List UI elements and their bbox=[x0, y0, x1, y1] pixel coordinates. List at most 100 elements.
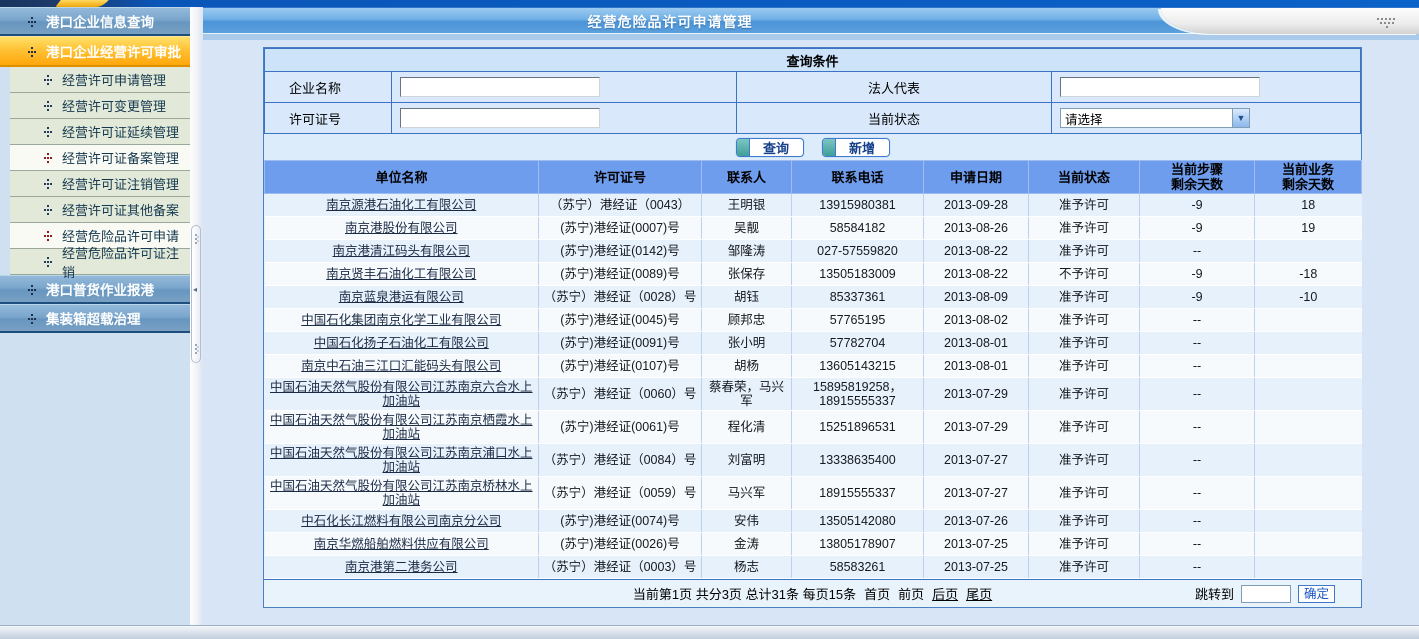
titlebar-corner bbox=[1161, 8, 1419, 34]
cell-contact: 程化清 bbox=[702, 411, 792, 444]
company-link[interactable]: 中国石油天然气股份有限公司江苏南京六合水上加油站 bbox=[270, 380, 533, 408]
company-link[interactable]: 中国石油天然气股份有限公司江苏南京栖霞水上加油站 bbox=[270, 413, 533, 441]
cell-biz bbox=[1255, 411, 1362, 444]
search-button[interactable]: 查询 bbox=[736, 138, 804, 157]
company-link[interactable]: 中石化长江燃料有限公司南京分公司 bbox=[301, 514, 501, 528]
column-header: 当前步骤 剩余天数 bbox=[1140, 161, 1255, 194]
cell-date: 2013-08-01 bbox=[924, 355, 1029, 378]
sidebar-item[interactable]: 经营许可证其他备案 bbox=[10, 197, 190, 223]
cell-phone: 58584182 bbox=[792, 217, 924, 240]
company-link[interactable]: 南京港第二港务公司 bbox=[345, 560, 458, 574]
cell-step: -- bbox=[1140, 510, 1255, 533]
cell-status: 准予许可 bbox=[1029, 378, 1140, 411]
cell-biz bbox=[1255, 444, 1362, 477]
sidebar-item[interactable]: 集装箱超载治理 bbox=[0, 304, 190, 333]
company-link[interactable]: 中国石油天然气股份有限公司江苏南京浦口水上加油站 bbox=[270, 446, 533, 474]
sidebar-item-label: 经营许可申请管理 bbox=[62, 70, 166, 89]
sidebar-item-label: 经营许可变更管理 bbox=[62, 96, 166, 115]
cell-date: 2013-08-02 bbox=[924, 309, 1029, 332]
splitter-handle[interactable]: ◂ bbox=[191, 225, 201, 363]
license-no-label: 许可证号 bbox=[265, 103, 392, 134]
jump-page-input[interactable] bbox=[1241, 585, 1291, 603]
titlebar-underline bbox=[203, 33, 1419, 40]
license-no-input[interactable] bbox=[400, 108, 600, 128]
cell-name: 中国石化集团南京化学工业有限公司 bbox=[265, 309, 539, 332]
cell-contact: 顾邦忠 bbox=[702, 309, 792, 332]
cell-phone: 58583261 bbox=[792, 556, 924, 579]
cell-date: 2013-08-01 bbox=[924, 332, 1029, 355]
company-link[interactable]: 南京蓝泉港运有限公司 bbox=[339, 290, 464, 304]
company-link[interactable]: 中国石化扬子石油化工有限公司 bbox=[314, 336, 489, 350]
cell-step: -- bbox=[1140, 240, 1255, 263]
cell-status: 准予许可 bbox=[1029, 332, 1140, 355]
first-page-link[interactable]: 首页 bbox=[864, 584, 890, 603]
company-link[interactable]: 中国石油天然气股份有限公司江苏南京桥林水上加油站 bbox=[270, 479, 533, 507]
company-link[interactable]: 南京源港石油化工有限公司 bbox=[326, 198, 476, 212]
cell-phone: 13505142080 bbox=[792, 510, 924, 533]
status-select-value: 请选择 bbox=[1065, 109, 1103, 128]
main-area: 经营危险品许可申请管理 查询条件 企业名称 法人代表 bbox=[203, 7, 1419, 625]
banner-edge bbox=[0, 0, 1419, 7]
jump-label: 跳转到 bbox=[1195, 584, 1234, 603]
cell-contact: 张小明 bbox=[702, 332, 792, 355]
sidebar-item[interactable]: 经营许可证备案管理 bbox=[10, 145, 190, 171]
cell-step: -- bbox=[1140, 355, 1255, 378]
table-row: 南京贤丰石油化工有限公司(苏宁)港经证(0089)号张保存13505183009… bbox=[265, 263, 1362, 286]
sidebar-splitter[interactable]: ◂ bbox=[190, 7, 203, 625]
cell-biz bbox=[1255, 355, 1362, 378]
cell-status: 准予许可 bbox=[1029, 411, 1140, 444]
cell-contact: 蔡春荣，马兴军 bbox=[702, 378, 792, 411]
cell-date: 2013-07-29 bbox=[924, 378, 1029, 411]
cell-phone: 18915555337 bbox=[792, 477, 924, 510]
cell-license: (苏宁)港经证(0142)号 bbox=[539, 240, 702, 263]
sidebar-item[interactable]: 经营危险品许可证注销 bbox=[10, 249, 190, 275]
column-header: 许可证号 bbox=[539, 161, 702, 194]
sidebar-item[interactable]: 港口企业信息查询 bbox=[0, 7, 190, 36]
legal-rep-input[interactable] bbox=[1060, 77, 1260, 97]
sidebar-item[interactable]: 港口企业经营许可审批 bbox=[0, 36, 190, 67]
cell-name: 南京蓝泉港运有限公司 bbox=[265, 286, 539, 309]
menu-arrow-icon bbox=[44, 179, 53, 188]
cell-status: 准予许可 bbox=[1029, 556, 1140, 579]
cell-license: （苏宁）港经证（0043） bbox=[539, 194, 702, 217]
table-row: 中国石油天然气股份有限公司江苏南京桥林水上加油站（苏宁）港经证（0059）号马兴… bbox=[265, 477, 1362, 510]
table-row: 南京蓝泉港运有限公司（苏宁）港经证（0028）号胡钰853373612013-0… bbox=[265, 286, 1362, 309]
cell-name: 南京港股份有限公司 bbox=[265, 217, 539, 240]
company-link[interactable]: 南京中石油三江口汇能码头有限公司 bbox=[301, 359, 501, 373]
cell-date: 2013-07-25 bbox=[924, 556, 1029, 579]
last-page-link[interactable]: 尾页 bbox=[966, 584, 992, 603]
menu-arrow-icon bbox=[44, 127, 53, 136]
button-cap-icon bbox=[737, 139, 750, 156]
add-button[interactable]: 新增 bbox=[822, 138, 890, 157]
column-header: 当前状态 bbox=[1029, 161, 1140, 194]
company-name-input[interactable] bbox=[400, 77, 600, 97]
status-select[interactable]: 请选择 ▼ bbox=[1060, 108, 1250, 128]
company-link[interactable]: 南京贤丰石油化工有限公司 bbox=[326, 267, 476, 281]
cell-biz bbox=[1255, 332, 1362, 355]
cell-name: 南京贤丰石油化工有限公司 bbox=[265, 263, 539, 286]
jump-confirm-button[interactable]: 确定 bbox=[1298, 585, 1335, 603]
cell-phone: 13805178907 bbox=[792, 533, 924, 556]
cell-license: （苏宁）港经证（0060）号 bbox=[539, 378, 702, 411]
next-page-link[interactable]: 后页 bbox=[932, 584, 958, 603]
company-link[interactable]: 中国石化集团南京化学工业有限公司 bbox=[301, 313, 501, 327]
cell-date: 2013-07-26 bbox=[924, 510, 1029, 533]
menu-arrow-icon bbox=[28, 17, 37, 26]
sidebar-item[interactable]: 经营许可变更管理 bbox=[10, 93, 190, 119]
cell-step: -- bbox=[1140, 477, 1255, 510]
cell-phone: 57765195 bbox=[792, 309, 924, 332]
prev-page-link[interactable]: 前页 bbox=[898, 584, 924, 603]
sidebar-item[interactable]: 经营许可证延续管理 bbox=[10, 119, 190, 145]
cell-biz: 18 bbox=[1255, 194, 1362, 217]
cell-status: 不予许可 bbox=[1029, 263, 1140, 286]
jump-group: 跳转到 确定 bbox=[1195, 584, 1335, 603]
sidebar-item[interactable]: 经营许可申请管理 bbox=[10, 67, 190, 93]
company-link[interactable]: 南京港清江码头有限公司 bbox=[332, 244, 470, 258]
table-row: 南京港清江码头有限公司(苏宁)港经证(0142)号邹隆涛027-57559820… bbox=[265, 240, 1362, 263]
cell-date: 2013-07-27 bbox=[924, 444, 1029, 477]
company-link[interactable]: 南京港股份有限公司 bbox=[345, 221, 458, 235]
company-link[interactable]: 南京华燃船舶燃料供应有限公司 bbox=[314, 537, 489, 551]
table-row: 南京港股份有限公司(苏宁)港经证(0007)号吴靓585841822013-08… bbox=[265, 217, 1362, 240]
sidebar-item[interactable]: 经营许可证注销管理 bbox=[10, 171, 190, 197]
cell-step: -9 bbox=[1140, 217, 1255, 240]
